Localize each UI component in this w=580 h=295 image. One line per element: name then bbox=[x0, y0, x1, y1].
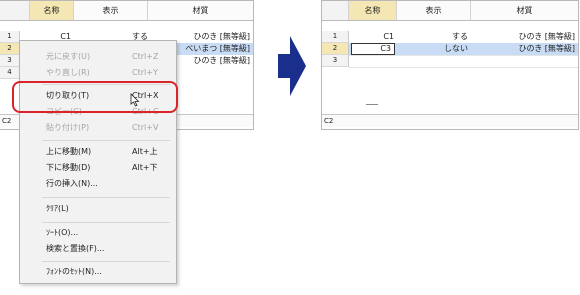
menu-item-clear[interactable]: ｸﾘｱ(L) bbox=[20, 202, 176, 216]
column-header-name[interactable]: 名称 bbox=[349, 1, 397, 21]
cell-material[interactable]: ひのき [無等級] bbox=[471, 43, 578, 55]
transition-arrow-icon bbox=[278, 36, 306, 96]
column-header-name[interactable]: 名称 bbox=[30, 1, 74, 21]
menu-separator bbox=[42, 197, 170, 198]
row-header[interactable]: 2 bbox=[322, 43, 349, 55]
menu-item-sort[interactable]: ｿｰﾄ(O)... bbox=[20, 226, 176, 240]
cell-name-active[interactable]: C3 bbox=[351, 43, 395, 55]
cut-highlight-frame bbox=[12, 81, 178, 113]
cell-display[interactable]: する bbox=[397, 31, 471, 43]
right-grid-window: 名称 表示 材質 1 2 3 C1 する ひのき [無等級] C3 しない ひの… bbox=[321, 0, 579, 130]
menu-item-undo[interactable]: 元に戻す(U) Ctrl+Z bbox=[20, 50, 176, 64]
status-bar: C2 bbox=[322, 114, 578, 127]
row-header[interactable]: 1 bbox=[322, 31, 349, 43]
column-header-material[interactable]: 材質 bbox=[471, 1, 578, 21]
grid-corner[interactable] bbox=[322, 1, 349, 21]
menu-item-search-replace[interactable]: 検索と置換(F)... bbox=[20, 242, 176, 256]
menu-separator bbox=[42, 222, 170, 223]
row-header[interactable]: 2 bbox=[0, 43, 20, 55]
menu-item-insert-row[interactable]: 行の挿入(N)... bbox=[20, 177, 176, 191]
grid-line bbox=[349, 55, 578, 56]
mouse-cursor-icon bbox=[130, 93, 140, 107]
cell-display[interactable]: しない bbox=[397, 43, 471, 55]
column-header-display[interactable]: 表示 bbox=[74, 1, 148, 21]
grid-line bbox=[349, 67, 578, 68]
menu-item-font-set[interactable]: ﾌｫﾝﾄのｾｯﾄ(N)... bbox=[20, 265, 176, 279]
menu-item-redo[interactable]: やり直し(R) Ctrl+Y bbox=[20, 66, 176, 80]
row-header[interactable]: 4 bbox=[0, 67, 20, 79]
menu-item-move-down[interactable]: 下に移動(D) Alt+下 bbox=[20, 161, 176, 175]
row-header[interactable]: 3 bbox=[0, 55, 20, 67]
menu-item-paste[interactable]: 貼り付け(P) Ctrl+V bbox=[20, 121, 176, 135]
grid-corner[interactable] bbox=[0, 1, 30, 21]
row-header[interactable]: 3 bbox=[322, 55, 349, 67]
cell-material[interactable]: ひのき [無等級] bbox=[471, 31, 578, 43]
column-header-material[interactable]: 材質 bbox=[148, 1, 253, 21]
context-menu: 元に戻す(U) Ctrl+Z やり直し(R) Ctrl+Y 切り取り(T) Ctrl+… bbox=[19, 40, 177, 284]
scrollbar-thumb[interactable] bbox=[366, 104, 378, 105]
column-header-display[interactable]: 表示 bbox=[397, 1, 471, 21]
menu-separator bbox=[42, 261, 170, 262]
cell-name[interactable]: C1 bbox=[349, 31, 397, 43]
row-header[interactable]: 1 bbox=[0, 31, 20, 43]
menu-item-move-up[interactable]: 上に移動(M) Alt+上 bbox=[20, 145, 176, 159]
menu-separator bbox=[42, 140, 170, 141]
